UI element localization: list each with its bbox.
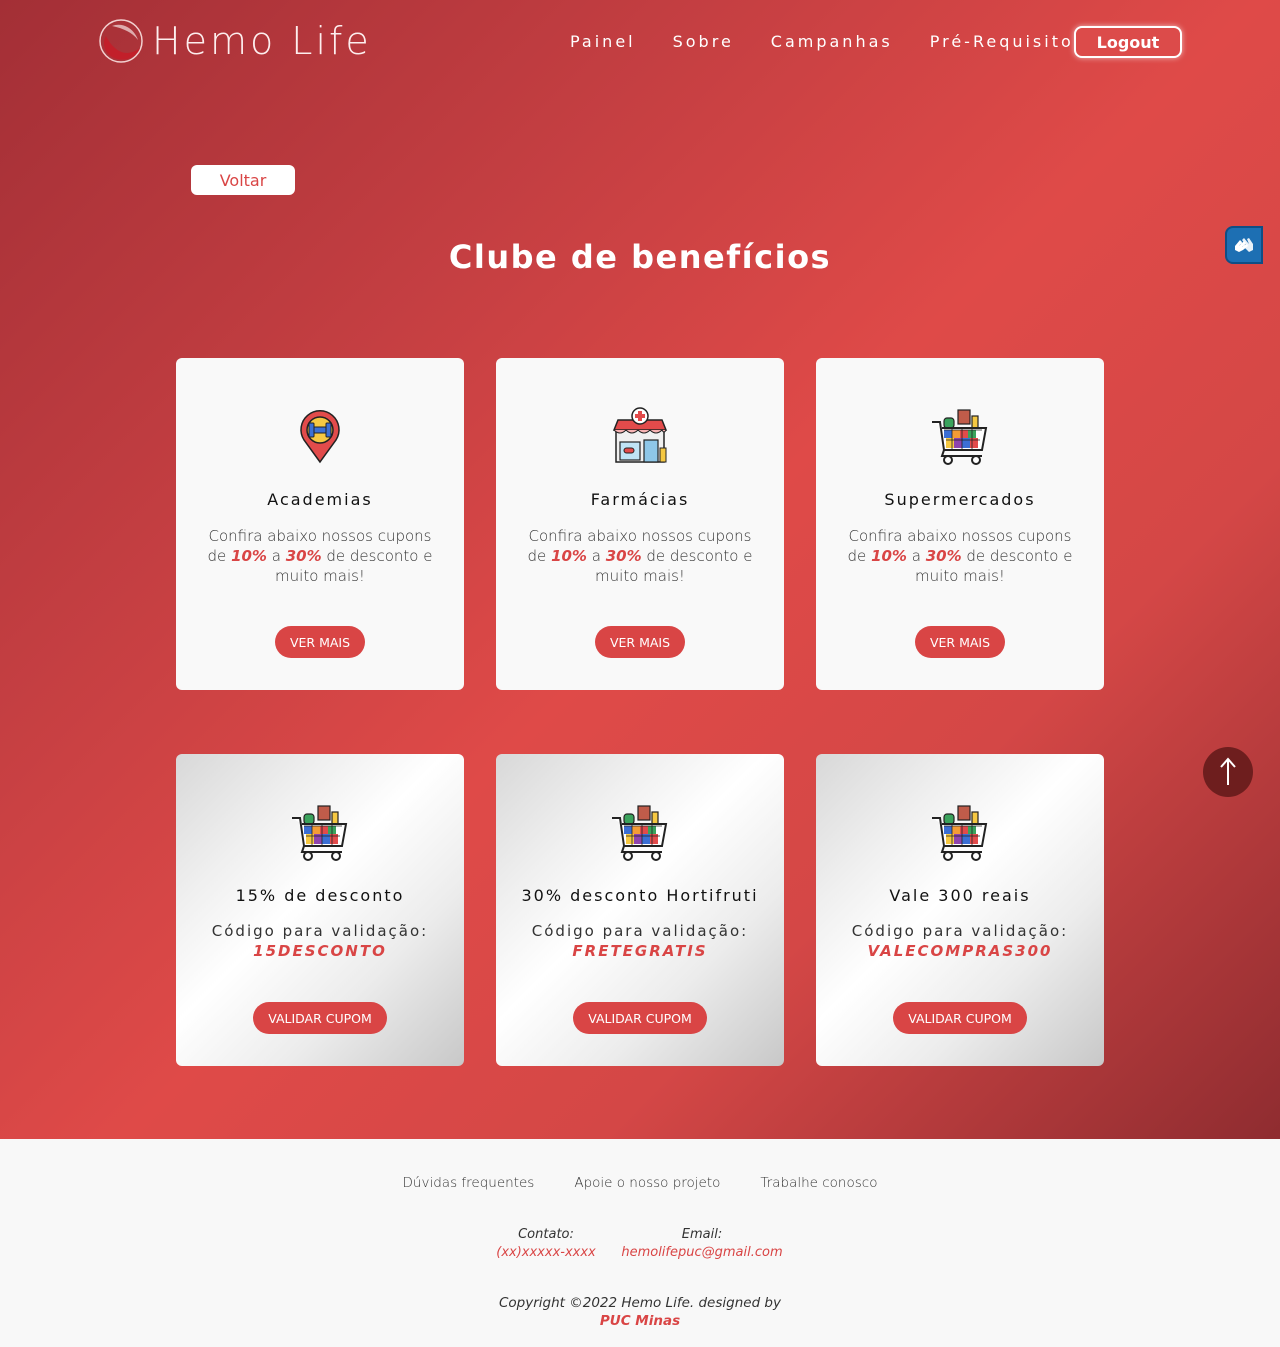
logo[interactable]: Hemo Life [98,18,372,64]
validar-cupom-button[interactable]: VALIDAR CUPOM [893,1002,1027,1034]
footer-link-faq[interactable]: Dúvidas frequentes [403,1175,535,1191]
footer-link-careers[interactable]: Trabalhe conosco [760,1175,877,1191]
shopping-cart-icon [932,805,988,861]
nav-painel[interactable]: Painel [570,32,636,52]
nav-sobre[interactable]: Sobre [673,32,734,52]
shopping-cart-icon [292,805,348,861]
arrow-up-icon [1220,757,1236,785]
blood-drop-logo-icon [99,19,143,63]
logo-text: Hemo Life [152,19,372,63]
contact-phone: Contato: (xx)xxxxx-xxxx [486,1226,606,1262]
designer-link[interactable]: PUC Minas [0,1312,1280,1330]
copyright-text: Copyright ©2022 Hemo Life. designed by [499,1295,781,1311]
footer: Dúvidas frequentes Apoie o nosso projeto… [0,1139,1280,1347]
card-description: Confira abaixo nossos cupons de 10% a 30… [527,527,753,585]
page-title: Clube de benefícios [448,238,832,276]
copyright: Copyright ©2022 Hemo Life. designed by P… [0,1294,1280,1330]
contact-label: Contato: [518,1227,574,1242]
ver-mais-button[interactable]: VER MAIS [915,626,1005,658]
back-button[interactable]: Voltar [191,165,295,195]
coupon-title: 15% de desconto [235,886,405,905]
card-title: Academias [267,490,373,509]
shopping-cart-icon [932,409,988,465]
coupon-card: 30% desconto Hortifruti Código para vali… [496,754,784,1066]
nav-pre-requisitos[interactable]: Pré-Requisitos [930,32,1085,52]
coupon-title: Vale 300 reais [889,886,1031,905]
coupon-card: Vale 300 reais Código para validação: VA… [816,754,1104,1066]
category-card-supermercados: Supermercados Confira abaixo nossos cupo… [816,358,1104,690]
footer-links: Dúvidas frequentes Apoie o nosso projeto… [0,1175,1280,1191]
card-title: Farmácias [590,490,690,509]
contact-email: Email: hemolifepuc@gmail.com [612,1226,792,1262]
logout-button[interactable]: Logout [1074,26,1182,58]
gym-location-icon [300,410,340,464]
code-label: Código para validação: [851,922,1069,940]
footer-link-support[interactable]: Apoie o nosso projeto [574,1175,720,1191]
coupon-card: 15% de desconto Código para validação: 1… [176,754,464,1066]
ver-mais-button[interactable]: VER MAIS [595,626,685,658]
validar-cupom-button[interactable]: VALIDAR CUPOM [253,1002,387,1034]
coupon-code: 15DESCONTO [253,942,387,960]
code-label: Código para validação: [531,922,749,940]
card-title: Supermercados [884,490,1036,509]
shopping-cart-icon [612,805,668,861]
email-value[interactable]: hemolifepuc@gmail.com [612,1244,792,1262]
main-nav: Painel Sobre Campanhas Pré-Requisitos [570,32,1085,52]
scroll-to-top-button[interactable] [1203,747,1253,797]
pharmacy-icon [612,407,668,463]
nav-campanhas[interactable]: Campanhas [771,32,893,52]
code-label: Código para validação: [211,922,429,940]
coupon-title: 30% desconto Hortifruti [521,886,759,905]
sign-language-accessibility-button[interactable] [1225,226,1263,264]
coupon-code: VALECOMPRAS300 [867,942,1053,960]
coupon-code: FRETEGRATIS [572,942,708,960]
validar-cupom-button[interactable]: VALIDAR CUPOM [573,1002,707,1034]
category-card-academias: Academias Confira abaixo nossos cupons d… [176,358,464,690]
card-description: Confira abaixo nossos cupons de 10% a 30… [847,527,1073,585]
category-card-farmacias: Farmácias Confira abaixo nossos cupons d… [496,358,784,690]
sign-language-hands-icon [1235,238,1253,252]
email-label: Email: [681,1227,723,1242]
contact-phone-value[interactable]: (xx)xxxxx-xxxx [486,1244,606,1262]
ver-mais-button[interactable]: VER MAIS [275,626,365,658]
card-description: Confira abaixo nossos cupons de 10% a 30… [207,527,433,585]
